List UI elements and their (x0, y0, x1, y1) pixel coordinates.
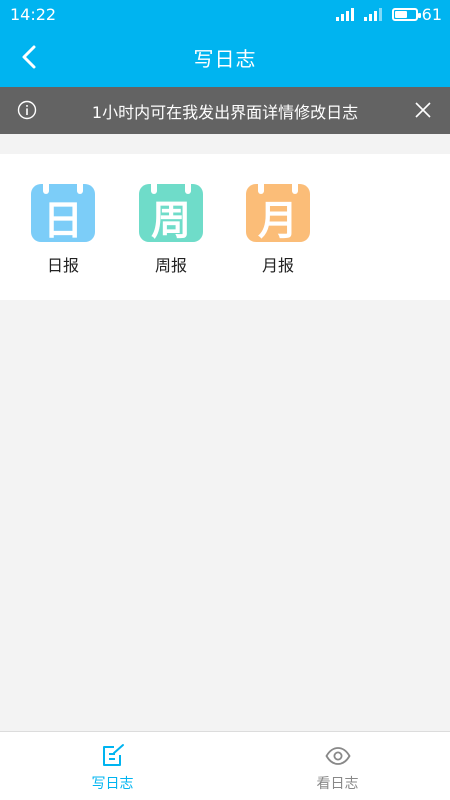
report-label: 月报 (261, 256, 294, 275)
weekly-report-button[interactable]: 周 周报 (136, 178, 206, 276)
calendar-week-icon: 周 (139, 178, 203, 244)
app-screen: 14:22 61 写日志 1小时内可在我发出界面详情修改日志 日 日报 周 周报… (0, 0, 450, 800)
monthly-report-button[interactable]: 月 月报 (243, 178, 313, 276)
tab-label: 写日志 (91, 776, 134, 792)
report-label: 周报 (154, 256, 187, 275)
report-label: 日报 (46, 256, 79, 275)
calendar-day-icon: 日 (31, 178, 95, 244)
status-bar: 14:22 61 (0, 0, 450, 28)
battery-icon (391, 7, 421, 21)
calendar-char: 周 (151, 198, 191, 244)
page-title: 写日志 (193, 47, 257, 71)
close-icon[interactable] (414, 101, 432, 119)
report-type-panel: 日 日报 周 周报 月 月报 (0, 154, 450, 300)
back-button[interactable] (14, 42, 44, 72)
calendar-char: 月 (258, 198, 298, 244)
notice-text: 1小时内可在我发出界面详情修改日志 (91, 102, 359, 122)
notice-banner: 1小时内可在我发出界面详情修改日志 (0, 87, 450, 134)
calendar-month-icon: 月 (246, 178, 310, 244)
battery-fill (394, 10, 407, 18)
tab-view-log[interactable]: 看日志 (225, 732, 450, 800)
chevron-left-icon (22, 45, 36, 69)
title-bar: 写日志 (0, 28, 450, 87)
eye-icon (324, 747, 351, 765)
status-indicators: 61 (335, 4, 442, 24)
daily-report-button[interactable]: 日 日报 (28, 178, 98, 276)
bottom-nav: 写日志 看日志 (0, 731, 450, 800)
signal-2-icon (363, 7, 382, 21)
battery-indicator: 61 (391, 4, 442, 24)
info-icon (17, 100, 37, 120)
tab-label: 看日志 (316, 776, 359, 792)
battery-level: 61 (421, 4, 442, 24)
edit-note-icon (102, 744, 124, 766)
calendar-char: 日 (43, 198, 83, 244)
tab-write-log[interactable]: 写日志 (0, 732, 225, 800)
status-time: 14:22 (10, 4, 57, 24)
signal-1-icon (335, 7, 354, 21)
